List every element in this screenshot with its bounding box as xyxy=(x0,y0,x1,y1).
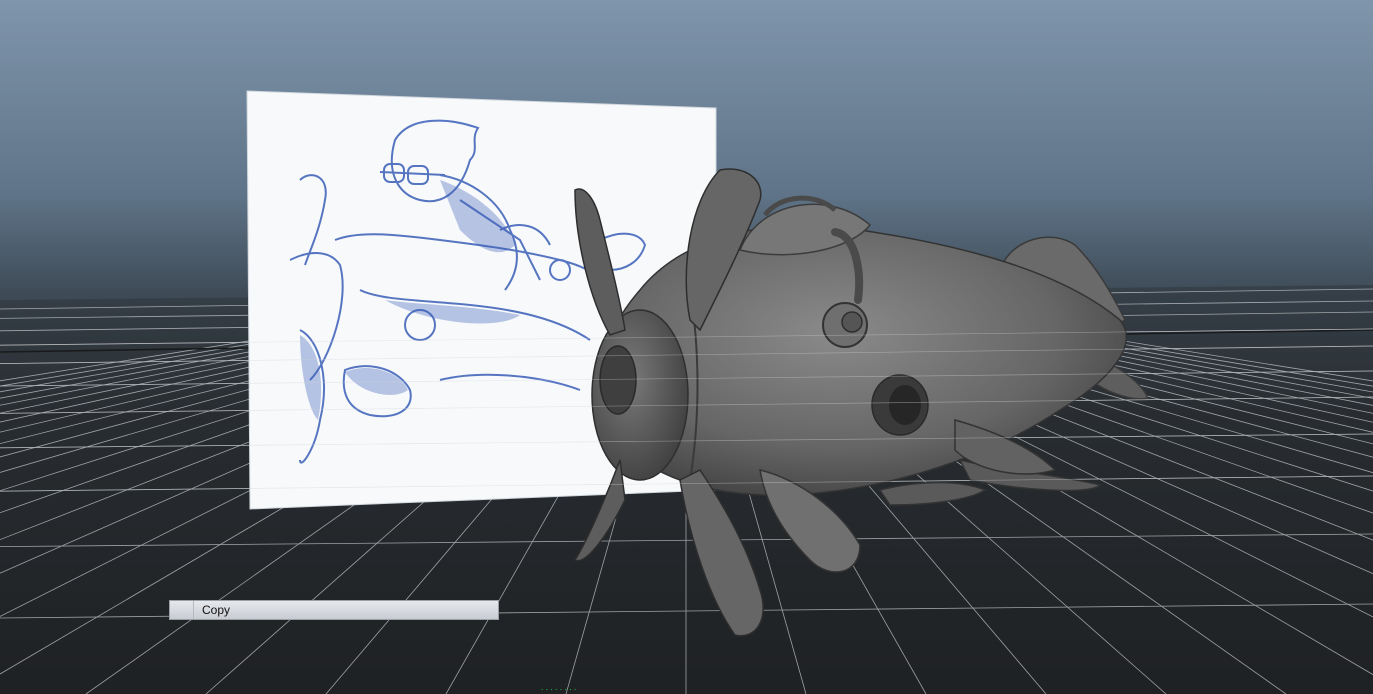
scene-canvas[interactable] xyxy=(0,0,1373,694)
3d-perspective-viewport[interactable]: Copy ........ xyxy=(0,0,1373,694)
context-menu[interactable]: Copy xyxy=(169,600,499,620)
menu-item-copy[interactable]: Copy xyxy=(194,603,230,617)
frame-counter-label: ........ xyxy=(540,684,578,692)
menu-check-column xyxy=(170,601,194,619)
